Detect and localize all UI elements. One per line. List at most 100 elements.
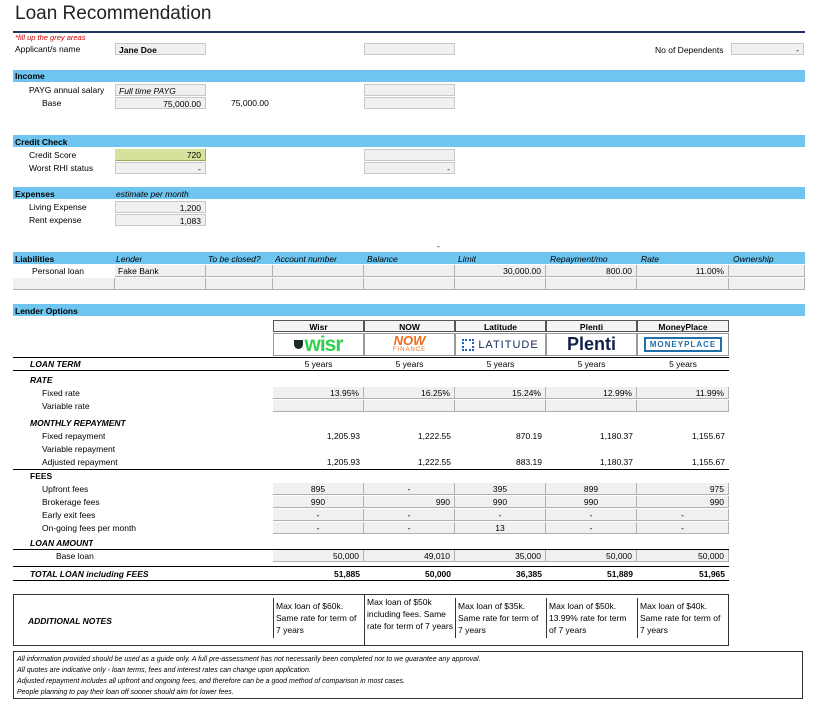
payg-type-input[interactable]: Full time PAYG: [115, 84, 206, 96]
early-exit-fees-moneyplace[interactable]: -: [637, 509, 729, 521]
ongoing-fees-wisr[interactable]: -: [273, 522, 364, 534]
fill-note: *fill up the grey areas: [15, 33, 86, 42]
liab-lender-input[interactable]: Fake Bank: [115, 265, 206, 277]
now-finance-logo: NOW FINANCE: [364, 333, 455, 356]
wisr-logo-text: wisr: [304, 332, 343, 356]
liab-empty-closed[interactable]: [206, 278, 273, 290]
ongoing-fees-latitude[interactable]: 13: [455, 522, 546, 534]
brokerage-fees-label: Brokerage fees: [42, 497, 100, 507]
living-expense-input[interactable]: 1,200: [115, 201, 206, 213]
fees-label: FEES: [30, 471, 53, 481]
plenti-logo-text: Plenti: [566, 334, 616, 354]
early-exit-fees-latitude[interactable]: -: [455, 509, 546, 521]
credit-extra-input-1[interactable]: [364, 149, 455, 161]
liab-empty-ownership[interactable]: [729, 278, 805, 290]
rhi-input[interactable]: -: [115, 162, 206, 174]
liab-balance-input[interactable]: [364, 265, 455, 277]
early-exit-fees-wisr[interactable]: -: [273, 509, 364, 521]
brokerage-fees-moneyplace[interactable]: 990: [637, 496, 729, 508]
upfront-fees-wisr[interactable]: 895: [273, 483, 364, 495]
rent-expense-input[interactable]: 1,083: [115, 214, 206, 226]
brokerage-fees-plenti[interactable]: 990: [546, 496, 637, 508]
additional-notes-label: ADDITIONAL NOTES: [28, 616, 112, 626]
liab-col-balance: Balance: [367, 254, 398, 264]
liab-empty-row-label[interactable]: [13, 278, 115, 290]
upfront-fees-now[interactable]: -: [364, 483, 455, 495]
lender-header-latitude: Latitude: [455, 320, 546, 332]
rent-expense-label: Rent expense: [29, 215, 82, 225]
total-loan-moneyplace: 51,965: [699, 569, 725, 579]
variable-rate-now[interactable]: [364, 400, 455, 412]
ongoing-fees-moneyplace[interactable]: -: [637, 522, 729, 534]
ongoing-fees-now[interactable]: -: [364, 522, 455, 534]
note-plenti: Max loan of $50k. 13.99% rate for term o…: [546, 598, 637, 638]
now-logo-text: NOW: [393, 333, 426, 348]
fixed-rate-wisr[interactable]: 13.95%: [273, 387, 364, 399]
loan-term-now: 5 years: [395, 359, 424, 369]
base-loan-moneyplace[interactable]: 50,000: [637, 550, 729, 562]
liab-col-limit: Limit: [458, 254, 476, 264]
base-loan-plenti[interactable]: 50,000: [546, 550, 637, 562]
variable-rate-plenti[interactable]: [546, 400, 637, 412]
brokerage-fees-now[interactable]: 990: [364, 496, 455, 508]
disclaimer-line: All quotes are indicative only - loan te…: [17, 667, 311, 674]
adjusted-repayment-wisr: 1,205.93: [326, 457, 360, 467]
liab-ownership-input[interactable]: [729, 265, 805, 277]
liab-empty-limit[interactable]: [455, 278, 546, 290]
expenses-note: estimate per month: [116, 189, 189, 199]
liab-col-lender: Lender: [116, 254, 143, 264]
payg-label: PAYG annual salary: [29, 85, 105, 95]
liab-col-account-number: Account number: [275, 254, 337, 264]
liab-account-input[interactable]: [273, 265, 364, 277]
finance-logo-text: FINANCE: [392, 347, 427, 353]
liab-empty-account[interactable]: [273, 278, 364, 290]
variable-rate-moneyplace[interactable]: [637, 400, 729, 412]
liab-to-be-closed-input[interactable]: [206, 265, 273, 277]
variable-rate-latitude[interactable]: [455, 400, 546, 412]
dependents-input[interactable]: -: [731, 43, 804, 55]
base-salary-input[interactable]: 75,000.00: [115, 97, 206, 109]
variable-repayment-label: Variable repayment: [42, 444, 116, 454]
liab-repayment-input[interactable]: 800.00: [546, 265, 637, 277]
upfront-fees-moneyplace[interactable]: 975: [637, 483, 729, 495]
lender-header-now: NOW: [364, 320, 455, 332]
fixed-repayment-moneyplace: 1,155.67: [691, 431, 725, 441]
applicant-name-input[interactable]: Jane Doe: [115, 43, 206, 55]
liab-rate-input[interactable]: 11.00%: [637, 265, 729, 277]
liabilities-header: Liabilities: [15, 254, 55, 264]
base-loan-wisr[interactable]: 50,000: [273, 550, 364, 562]
liab-limit-input[interactable]: 30,000.00: [455, 265, 546, 277]
liab-empty-balance[interactable]: [364, 278, 455, 290]
fixed-rate-moneyplace[interactable]: 11.99%: [637, 387, 729, 399]
early-exit-fees-plenti[interactable]: -: [546, 509, 637, 521]
liab-empty-repayment[interactable]: [546, 278, 637, 290]
upfront-fees-plenti[interactable]: 899: [546, 483, 637, 495]
liab-empty-lender[interactable]: [115, 278, 206, 290]
ongoing-fees-plenti[interactable]: -: [546, 522, 637, 534]
fixed-rate-latitude[interactable]: 15.24%: [455, 387, 546, 399]
income-header: Income: [15, 71, 45, 81]
fixed-rate-plenti[interactable]: 12.99%: [546, 387, 637, 399]
applicant-extra-input[interactable]: [364, 43, 455, 55]
liab-empty-rate[interactable]: [637, 278, 729, 290]
total-loan-bottom-rule: [13, 580, 729, 581]
base-loan-now[interactable]: 49,010: [364, 550, 455, 562]
monthly-repayment-label: MONTHLY REPAYMENT: [30, 418, 126, 428]
credit-extra-input-2[interactable]: -: [364, 162, 455, 174]
variable-rate-wisr[interactable]: [273, 400, 364, 412]
liab-col-rate: Rate: [641, 254, 659, 264]
total-loan-top-rule: [13, 566, 729, 567]
early-exit-fees-now[interactable]: -: [364, 509, 455, 521]
applicant-label: Applicant/s name: [15, 44, 81, 54]
base-loan-latitude[interactable]: 35,000: [455, 550, 546, 562]
brokerage-fees-wisr[interactable]: 990: [273, 496, 364, 508]
income-extra-input-1[interactable]: [364, 84, 455, 96]
credit-score-input[interactable]: 720: [115, 149, 206, 161]
lender-header-wisr: Wisr: [273, 320, 364, 332]
loan-term-latitude: 5 years: [486, 359, 515, 369]
income-extra-input-2[interactable]: [364, 97, 455, 109]
fixed-rate-now[interactable]: 16.25%: [364, 387, 455, 399]
expenses-header: Expenses: [15, 189, 55, 199]
upfront-fees-latitude[interactable]: 395: [455, 483, 546, 495]
brokerage-fees-latitude[interactable]: 990: [455, 496, 546, 508]
